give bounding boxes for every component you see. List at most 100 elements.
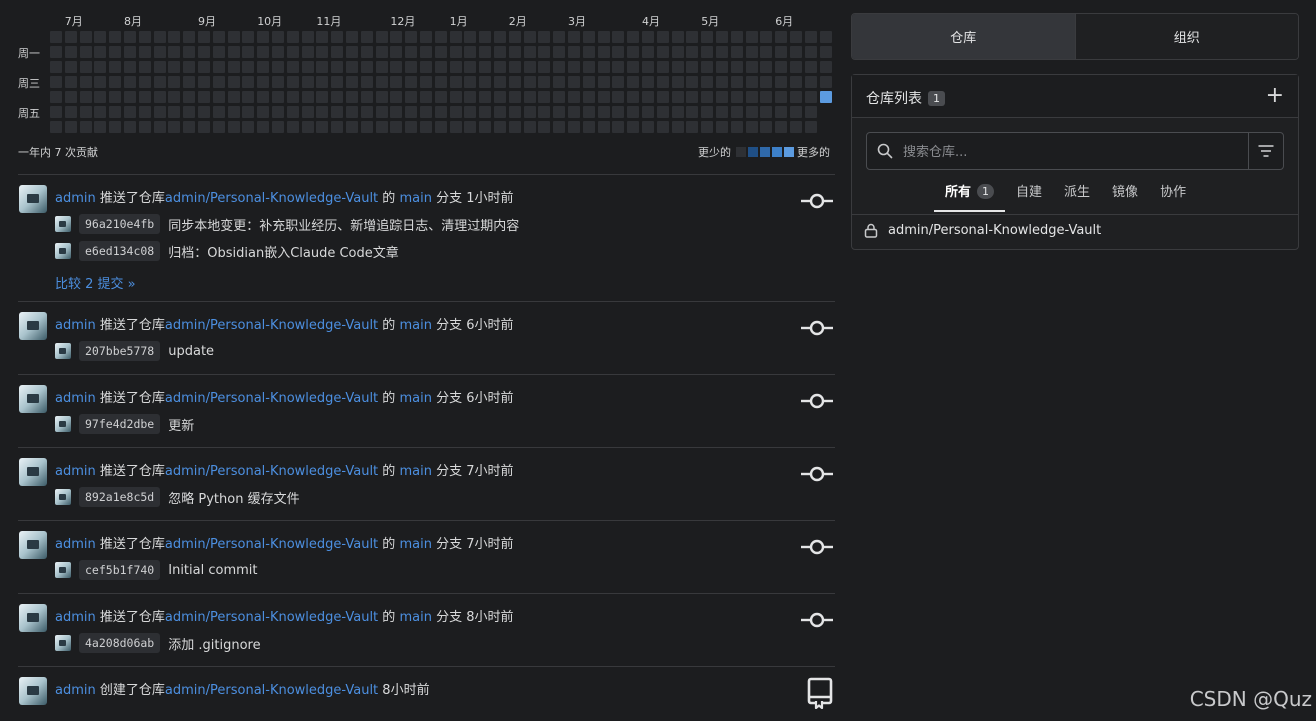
heatmap-cell[interactable] (405, 76, 418, 88)
heatmap-cell[interactable] (286, 121, 299, 133)
heatmap-cell[interactable] (775, 46, 788, 58)
heatmap-cell[interactable] (745, 61, 758, 73)
heatmap-cell[interactable] (775, 121, 788, 133)
heatmap-cell[interactable] (257, 61, 270, 73)
heatmap-cell[interactable] (479, 121, 492, 133)
heatmap-cell[interactable] (331, 121, 344, 133)
heatmap-cell[interactable] (360, 46, 373, 58)
heatmap-cell[interactable] (804, 61, 817, 73)
heatmap-cell[interactable] (701, 61, 714, 73)
heatmap-cell[interactable] (819, 76, 832, 88)
heatmap-cell[interactable] (405, 31, 418, 43)
heatmap-cell[interactable] (804, 31, 817, 43)
heatmap-cell[interactable] (94, 61, 107, 73)
heatmap-cell[interactable] (405, 121, 418, 133)
heatmap-cell[interactable] (449, 31, 462, 43)
heatmap-cell[interactable] (212, 61, 225, 73)
heatmap-cell[interactable] (686, 91, 699, 103)
heatmap-cell[interactable] (64, 61, 77, 73)
heatmap-cell[interactable] (760, 121, 773, 133)
heatmap-cell[interactable] (449, 121, 462, 133)
heatmap-cell[interactable] (375, 76, 388, 88)
tab-organizations[interactable]: 组织 (1074, 14, 1298, 59)
heatmap-cell[interactable] (153, 31, 166, 43)
heatmap-cell[interactable] (94, 31, 107, 43)
heatmap-cell[interactable] (257, 106, 270, 118)
heatmap-cell[interactable] (464, 61, 477, 73)
heatmap-cell[interactable] (79, 106, 92, 118)
user-link[interactable]: admin (55, 191, 96, 206)
avatar[interactable] (19, 677, 47, 705)
heatmap-cell[interactable] (597, 46, 610, 58)
heatmap-cell[interactable] (301, 76, 314, 88)
heatmap-cell[interactable] (272, 46, 284, 58)
heatmap-cell[interactable] (286, 106, 299, 118)
compare-link[interactable]: 比较 2 提交 » (55, 273, 136, 292)
heatmap-cell[interactable] (124, 76, 136, 88)
heatmap-cell[interactable] (346, 121, 358, 133)
heatmap-cell[interactable] (612, 76, 625, 88)
heatmap-cell[interactable] (464, 106, 477, 118)
heatmap-cell[interactable] (745, 121, 758, 133)
heatmap-cell[interactable] (212, 91, 225, 103)
heatmap-cell[interactable] (523, 46, 536, 58)
heatmap-cell[interactable] (301, 46, 314, 58)
heatmap-cell[interactable] (745, 46, 758, 58)
heatmap-cell[interactable] (568, 76, 580, 88)
heatmap-cell[interactable] (79, 31, 92, 43)
heatmap-cell[interactable] (434, 121, 447, 133)
heatmap-cell[interactable] (434, 76, 447, 88)
heatmap-cell[interactable] (50, 106, 62, 118)
heatmap-cell[interactable] (775, 91, 788, 103)
heatmap-cell[interactable] (790, 106, 802, 118)
heatmap-cell[interactable] (627, 91, 640, 103)
heatmap-cell[interactable] (656, 76, 669, 88)
heatmap-cell[interactable] (716, 76, 728, 88)
heatmap-cell[interactable] (508, 31, 521, 43)
heatmap-cell[interactable] (686, 76, 699, 88)
heatmap-cell[interactable] (508, 121, 521, 133)
heatmap-cell[interactable] (464, 76, 477, 88)
avatar[interactable] (19, 604, 47, 632)
user-link[interactable]: admin (55, 610, 96, 625)
heatmap-cell[interactable] (168, 46, 181, 58)
heatmap-cell[interactable] (109, 121, 122, 133)
heatmap-cell[interactable] (375, 46, 388, 58)
heatmap-cell[interactable] (790, 121, 802, 133)
heatmap-cell[interactable] (390, 76, 403, 88)
heatmap-cell[interactable] (94, 76, 107, 88)
heatmap-cell[interactable] (183, 31, 196, 43)
heatmap-cell[interactable] (375, 121, 388, 133)
add-repo-button[interactable]: + (1266, 83, 1284, 108)
heatmap-cell[interactable] (79, 76, 92, 88)
heatmap-cell[interactable] (420, 106, 432, 118)
heatmap-cell[interactable] (568, 46, 580, 58)
heatmap-cell[interactable] (804, 121, 817, 133)
heatmap-cell[interactable] (346, 91, 358, 103)
avatar[interactable] (19, 185, 47, 213)
heatmap-cell[interactable] (434, 106, 447, 118)
heatmap-cell[interactable] (656, 106, 669, 118)
heatmap-cell[interactable] (64, 121, 77, 133)
heatmap-cell[interactable] (212, 31, 225, 43)
heatmap-cell[interactable] (642, 91, 654, 103)
heatmap-cell[interactable] (138, 46, 151, 58)
heatmap-cell[interactable] (730, 121, 743, 133)
heatmap-cell[interactable] (227, 61, 240, 73)
heatmap-cell[interactable] (464, 46, 477, 58)
heatmap-cell[interactable] (168, 106, 181, 118)
heatmap-cell[interactable] (153, 91, 166, 103)
heatmap-cell[interactable] (153, 106, 166, 118)
heatmap-cell[interactable] (168, 121, 181, 133)
user-link[interactable]: admin (55, 464, 96, 479)
heatmap-cell[interactable] (79, 46, 92, 58)
heatmap-cell[interactable] (568, 106, 580, 118)
heatmap-cell[interactable] (124, 31, 136, 43)
heatmap-cell[interactable] (316, 61, 329, 73)
heatmap-cell[interactable] (434, 31, 447, 43)
heatmap-cell[interactable] (242, 76, 255, 88)
heatmap-cell[interactable] (701, 46, 714, 58)
heatmap-cell[interactable] (627, 76, 640, 88)
heatmap-cell[interactable] (168, 91, 181, 103)
heatmap-cell[interactable] (360, 31, 373, 43)
